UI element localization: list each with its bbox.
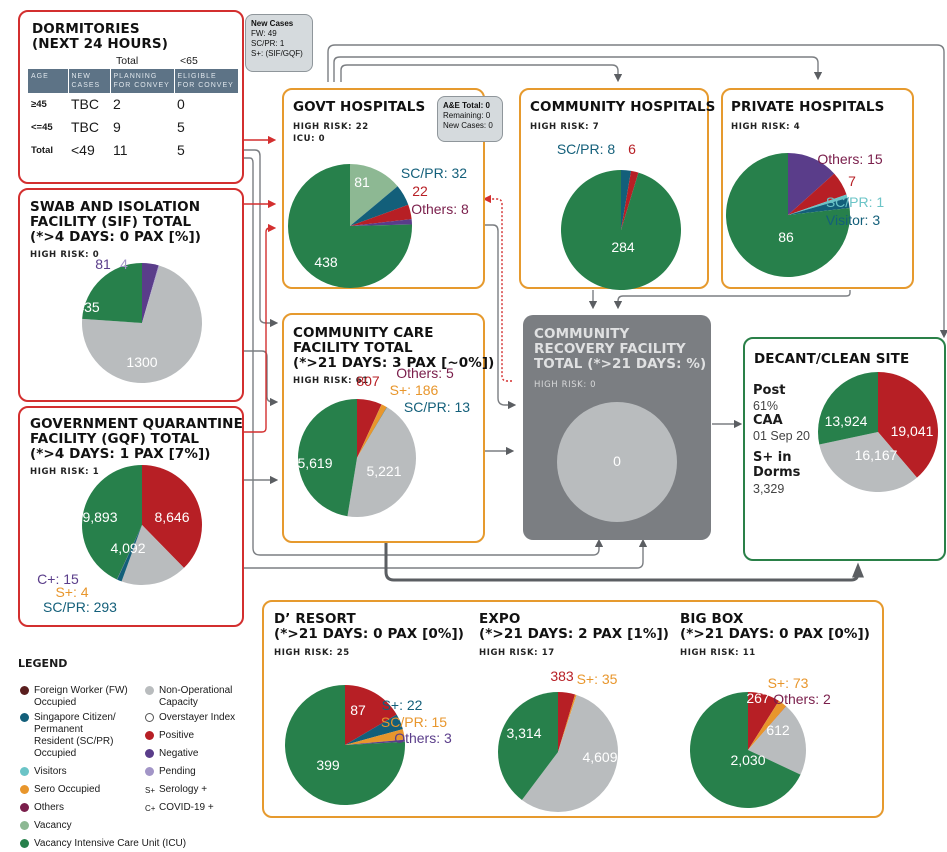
- legend-item: Negative: [145, 748, 345, 760]
- legend-label: Overstayer Index: [159, 712, 236, 723]
- pie-label: S+: 35: [577, 671, 618, 687]
- pie-slice: [818, 372, 878, 445]
- legend-swatch-icon: [20, 803, 29, 812]
- pie-label: 22: [412, 183, 428, 199]
- legend-swatch-icon: [20, 821, 29, 830]
- pie-label: SC/PR: 293: [43, 599, 117, 615]
- legend-title: LEGEND: [18, 657, 68, 670]
- legend-label: Visitors: [34, 766, 67, 777]
- legend-item: Singapore Citizen/ Permanent Resident (S…: [20, 712, 125, 760]
- pie-label: 86: [778, 229, 794, 245]
- crf-pie: 0: [557, 402, 677, 522]
- pie-label: 3,314: [506, 725, 541, 741]
- pie-label: SC/PR: 8: [557, 141, 616, 157]
- legend-swatch-icon: [20, 713, 29, 722]
- legend-label: Serology +: [159, 784, 208, 795]
- govt-pie: 81 SC/PR: 32 22 Others: 8 438: [287, 164, 469, 288]
- pie-label: 4,092: [110, 540, 145, 556]
- pie-label: S+: 22: [382, 697, 423, 713]
- legend-swatch-icon: [145, 767, 154, 776]
- legend-item: C+ COVID-19 +: [145, 802, 345, 815]
- legend-item: Pending: [145, 766, 345, 778]
- legend-swatch-icon: [145, 731, 154, 740]
- legend-swatch-icon: [145, 713, 154, 722]
- pie-label: SC/PR: 1: [826, 194, 885, 210]
- legend-item: S+ Serology +: [145, 784, 345, 797]
- legend-symbol: S+: [145, 786, 156, 795]
- legend-swatch-icon: [145, 749, 154, 758]
- pie-label: 2,030: [730, 752, 765, 768]
- pie-label: SC/PR: 13: [404, 399, 470, 415]
- pie-label: 81: [95, 256, 111, 272]
- pie-label: 383: [550, 668, 574, 684]
- pie-label: 438: [314, 254, 338, 270]
- legend-swatch-icon: [20, 839, 29, 848]
- legend-label: Singapore Citizen/ Permanent Resident (S…: [34, 712, 116, 759]
- pie-label: 4: [120, 256, 128, 272]
- pie-label: 435: [76, 299, 100, 315]
- legend-swatch-icon: [20, 767, 29, 776]
- pie-label: 612: [766, 722, 790, 738]
- pie-label: 0: [613, 453, 621, 469]
- pie-label: 8,646: [154, 509, 189, 525]
- pie-label: 81: [354, 174, 370, 190]
- pie-label: 7: [848, 173, 856, 189]
- pie-label: 6: [628, 141, 636, 157]
- pie-label: SC/PR: 32: [401, 165, 467, 181]
- ccf-pie: 807 Others: 5S+: 186SC/PR: 13 5,221 5,619: [297, 365, 470, 517]
- legend-label: Vacancy Intensive Care Unit (ICU): [34, 838, 187, 849]
- pie-label: Others: 8: [411, 201, 469, 217]
- legend-label: Vacancy: [34, 820, 72, 831]
- legend-swatch-icon: [20, 785, 29, 794]
- pie-label: Others: 3: [394, 730, 452, 746]
- pie-label: 5,221: [366, 463, 401, 479]
- legend-symbol: C+: [145, 804, 156, 813]
- pie-label: 284: [611, 239, 635, 255]
- legend-label: Others: [34, 802, 65, 813]
- pie-label: Visitor: 3: [826, 212, 880, 228]
- legend-swatch-icon: [145, 686, 154, 695]
- pie-label: 16,167: [855, 447, 898, 463]
- legend-item: Positive: [145, 730, 345, 742]
- legend-label: Negative: [159, 748, 199, 759]
- legend-label: Non-Operational Capacity: [159, 685, 233, 708]
- pie-label: 87: [350, 702, 366, 718]
- pie-label: S+: 73: [768, 675, 809, 691]
- pie-label: SC/PR: 15: [381, 714, 447, 730]
- decant_pie-pie: 19,041 16,167 13,924: [818, 372, 939, 492]
- legend-item: Vacancy Intensive Care Unit (ICU): [20, 838, 220, 850]
- legend-label: Foreign Worker (FW) Occupied: [34, 685, 128, 708]
- sif-pie-chart: 81 413004358,6464,092SC/PR: 293S+: 4C+: 1…: [37, 141, 939, 812]
- pie-label: S+: 186: [390, 382, 439, 398]
- pie-label: 9,893: [82, 509, 117, 525]
- pie-label: 13,924: [825, 413, 868, 429]
- community_hosp-pie: SC/PR: 8 6 284: [557, 141, 682, 290]
- expo-pie: 383 S+: 35 4,609 3,314: [498, 668, 619, 812]
- legend-item: Non-Operational Capacity: [145, 685, 255, 709]
- pie-label: 267: [746, 690, 770, 706]
- bigbox-pie: 267S+: 73Others: 2 6122,030: [690, 675, 831, 808]
- pie-label: 5,619: [297, 455, 332, 471]
- legend-item: Vacancy: [20, 820, 220, 832]
- pie-label: C+: 15: [37, 571, 79, 587]
- legend-label: Sero Occupied: [34, 784, 101, 795]
- legend-item: Overstayer Index: [145, 712, 345, 724]
- pie-label: 807: [356, 373, 380, 389]
- pie-label: 4,609: [582, 749, 617, 765]
- legend-item: Foreign Worker (FW) Occupied: [20, 685, 130, 709]
- pie-label: Others: 15: [817, 151, 883, 167]
- legend-label: Positive: [159, 730, 195, 741]
- private_hosp-pie: Others: 15 7 SC/PR: 1 Visitor: 3 86: [726, 151, 884, 277]
- legend-label: Pending: [159, 766, 196, 777]
- gqf-pie: 8,6464,092SC/PR: 293S+: 4C+: 159,893: [37, 465, 203, 615]
- legend-label: COVID-19 +: [159, 802, 214, 813]
- sif-pie: 81 4 1300 435: [76, 256, 203, 384]
- legend-swatch-icon: [20, 686, 29, 695]
- pie-label: Others: 5: [396, 365, 454, 381]
- pie-label: 19,041: [891, 423, 934, 439]
- pie-label: Others: 2: [773, 691, 831, 707]
- pie-label: 1300: [126, 354, 157, 370]
